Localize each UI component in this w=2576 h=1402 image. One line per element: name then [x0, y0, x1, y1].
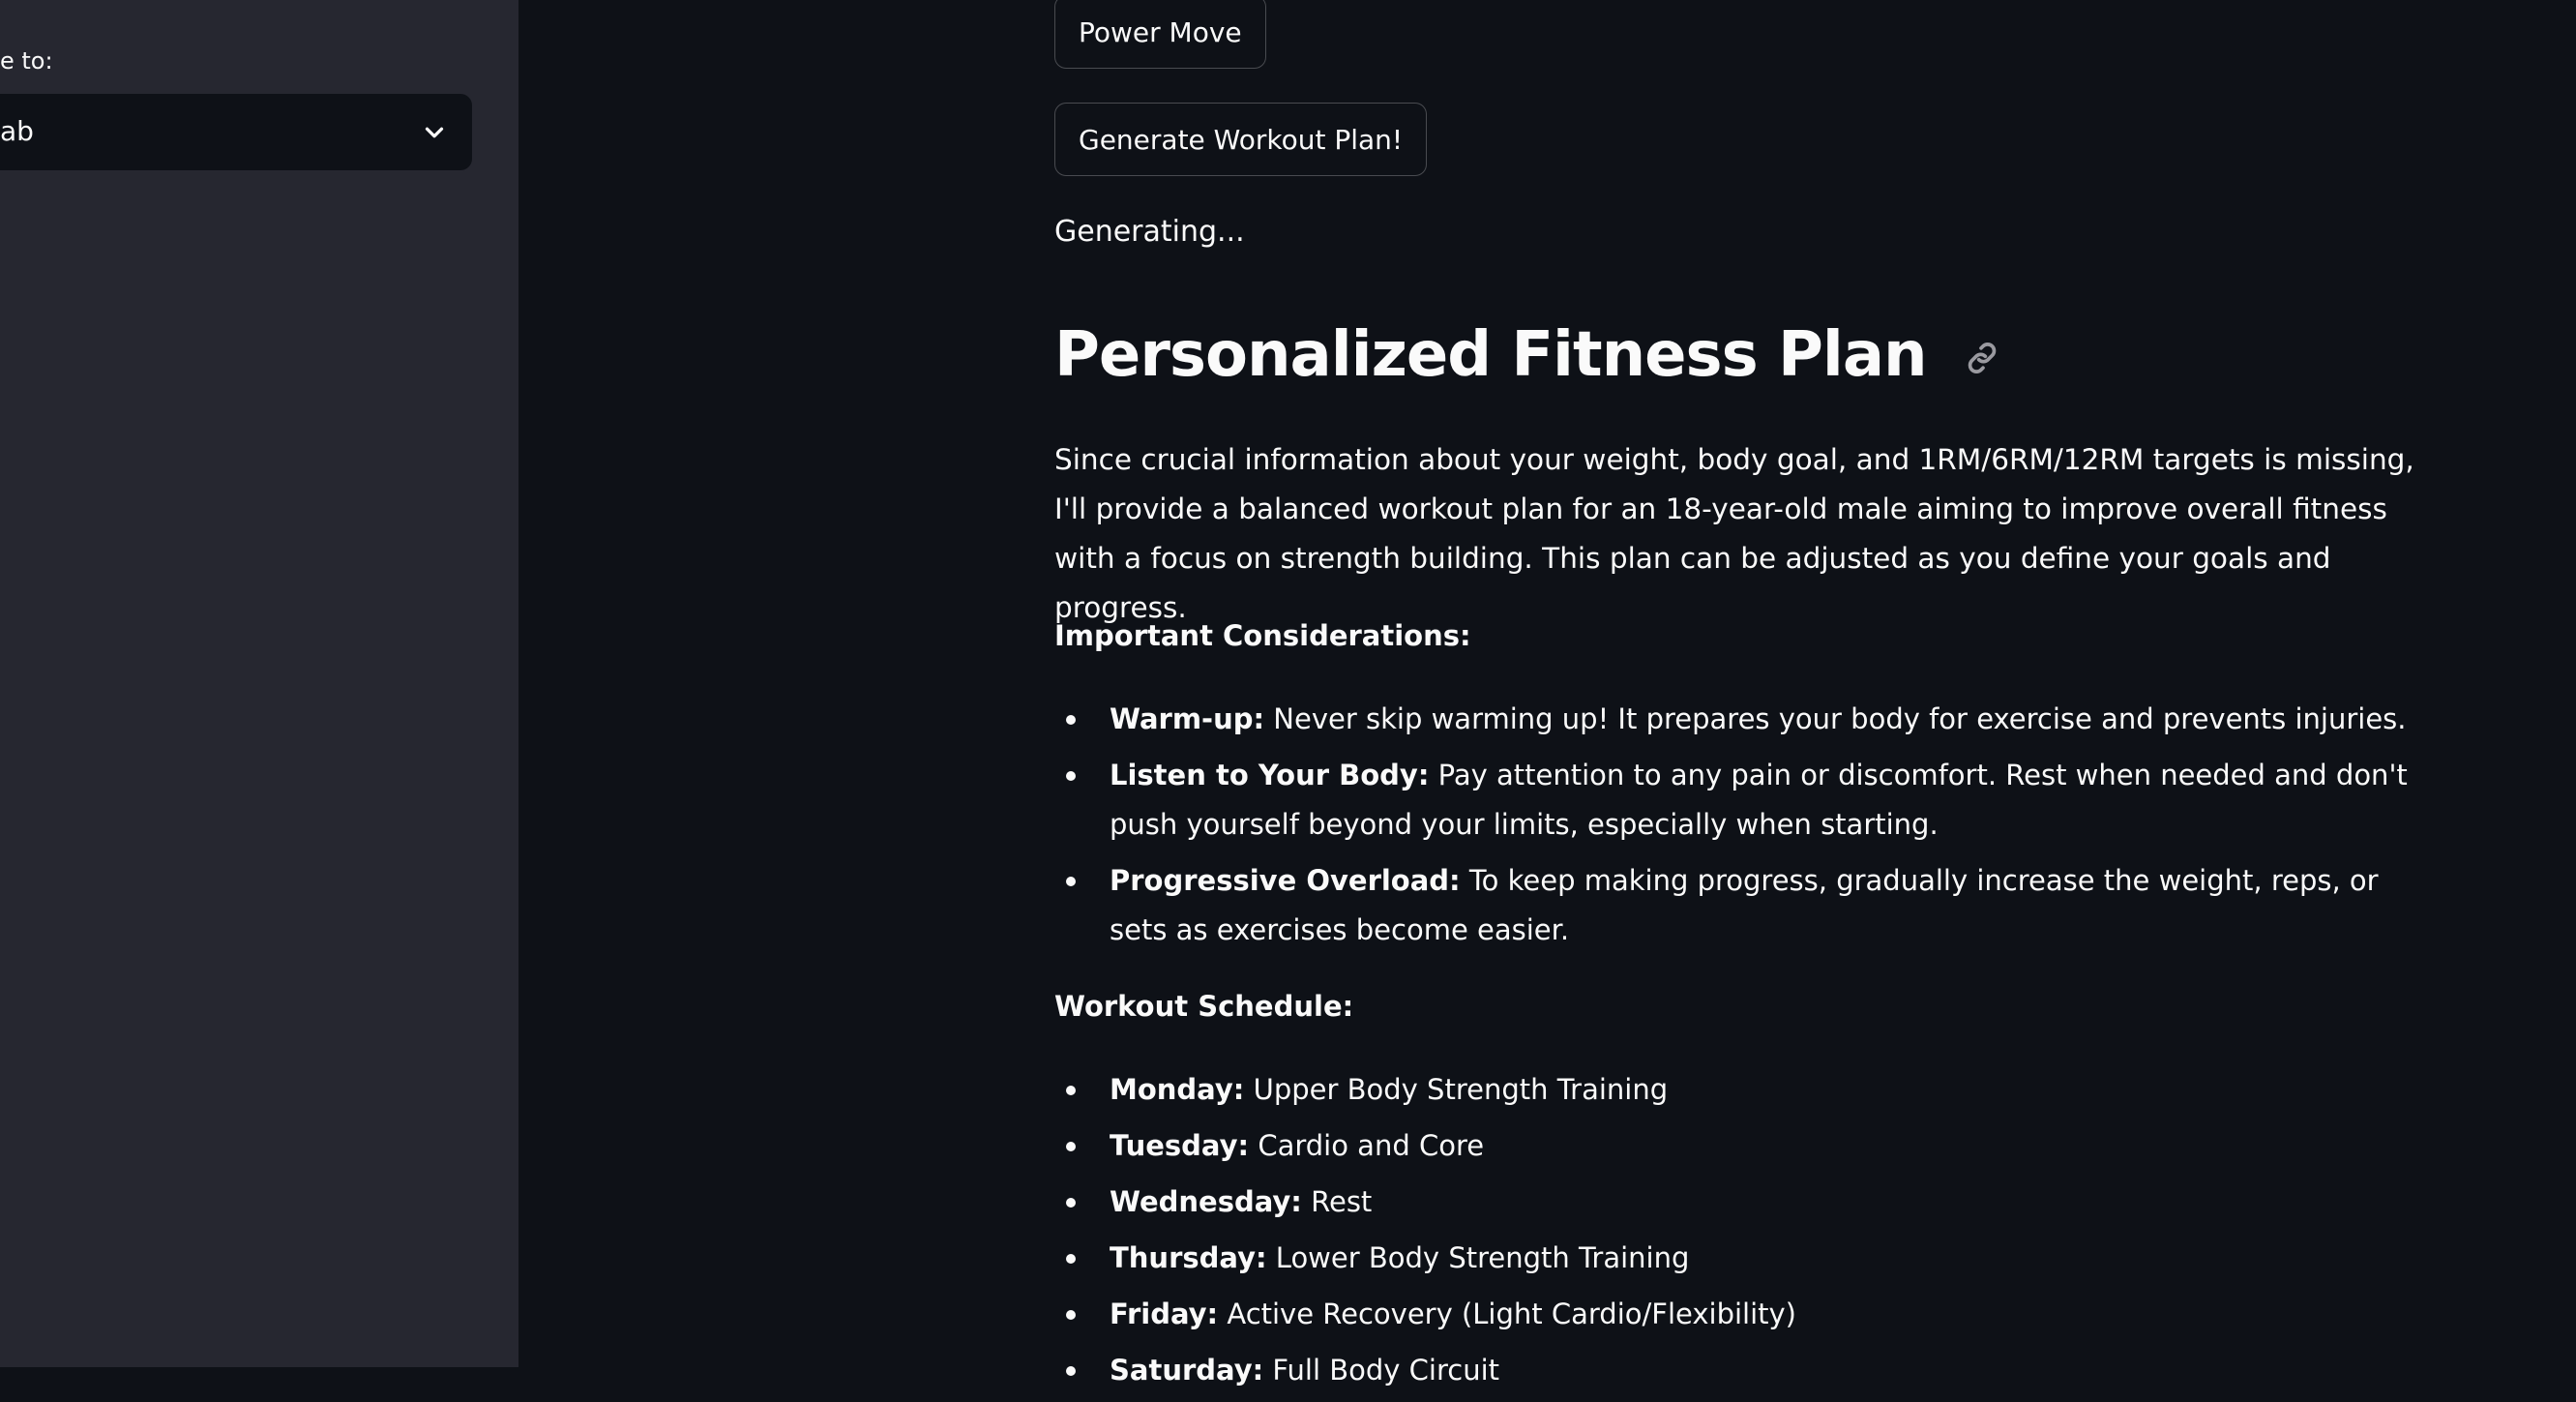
chevron-down-icon	[425, 127, 444, 138]
list-item-term: Progressive Overload:	[1110, 864, 1461, 897]
list-item-term: Friday:	[1110, 1298, 1219, 1330]
list-item-text: Lower Body Strength Training	[1266, 1241, 1690, 1274]
list-item-term: Wednesday:	[1110, 1185, 1302, 1218]
intro-paragraph: Since crucial information about your wei…	[1054, 443, 2414, 624]
page-title: Personalized Fitness Plan	[1054, 321, 2001, 389]
list-item-term: Tuesday:	[1110, 1129, 1250, 1162]
list-item: Monday: Upper Body Strength Training	[1054, 1065, 2428, 1115]
list-item-text: Never skip warming up! It prepares your …	[1264, 702, 2407, 735]
list-item: Tuesday: Cardio and Core	[1054, 1121, 2428, 1171]
considerations-list: Warm-up: Never skip warming up! It prepa…	[1054, 695, 2428, 962]
list-item-term: Listen to Your Body:	[1110, 759, 1430, 791]
link-icon[interactable]	[1963, 339, 2001, 377]
power-move-button[interactable]: Power Move	[1054, 0, 1266, 69]
list-item-text: Rest	[1301, 1185, 1373, 1218]
list-item-text: Full Body Circuit	[1263, 1354, 1499, 1387]
generate-workout-plan-button[interactable]: Generate Workout Plan!	[1054, 103, 1428, 176]
list-item-term: Saturday:	[1110, 1354, 1264, 1387]
list-item-text: Active Recovery (Light Cardio/Flexibilit…	[1218, 1298, 1796, 1330]
considerations-heading: Important Considerations:	[1054, 619, 1471, 652]
status-text: Generating...	[1054, 215, 1245, 249]
list-item: Wednesday: Rest	[1054, 1178, 2428, 1227]
list-item-term: Monday:	[1110, 1073, 1245, 1106]
schedule-list: Monday: Upper Body Strength Training Tue…	[1054, 1065, 2428, 1402]
list-item-term: Warm-up:	[1110, 702, 1265, 735]
page-select-dropdown[interactable]: ab	[0, 94, 472, 170]
page-title-text: Personalized Fitness Plan	[1054, 319, 1928, 391]
list-item-text: Upper Body Strength Training	[1244, 1073, 1669, 1106]
schedule-heading: Workout Schedule:	[1054, 990, 1354, 1023]
list-item: Warm-up: Never skip warming up! It prepa…	[1054, 695, 2428, 744]
list-item: Thursday: Lower Body Strength Training	[1054, 1234, 2428, 1283]
list-item-term: Thursday:	[1110, 1241, 1267, 1274]
list-item: Friday: Active Recovery (Light Cardio/Fl…	[1054, 1290, 2428, 1339]
list-item: Progressive Overload: To keep making pro…	[1054, 856, 2428, 955]
list-item: Saturday: Full Body Circuit	[1054, 1346, 2428, 1395]
list-item: Listen to Your Body: Pay attention to an…	[1054, 751, 2428, 850]
sidebar: e to: ab	[0, 0, 518, 1367]
list-item-text: Cardio and Core	[1249, 1129, 1485, 1162]
sidebar-select-label: e to:	[0, 47, 53, 75]
page-select-value: ab	[0, 115, 34, 147]
